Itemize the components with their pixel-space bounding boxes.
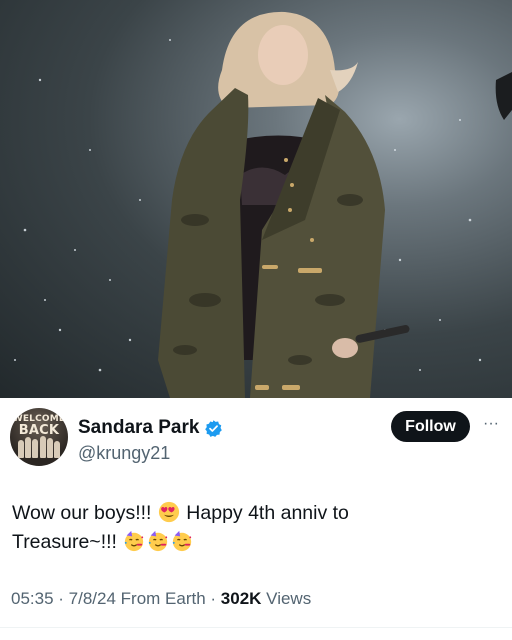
tweet-location: From Earth xyxy=(120,589,206,608)
meta-separator: · xyxy=(53,589,69,608)
verified-badge-icon xyxy=(205,419,223,437)
avatar[interactable]: WELCOME BACK xyxy=(10,408,68,466)
tweet-metadata: 05:35 · 7/8/24 From Earth · 302K Views xyxy=(11,589,311,609)
concert-photo-illustration xyxy=(14,11,512,398)
partying-face-emoji xyxy=(173,530,192,552)
more-options-icon[interactable]: ··· xyxy=(480,416,502,436)
views-label: Views xyxy=(266,589,312,608)
tweet-text: Wow our boys!!! Happy 4th anniv to Treas… xyxy=(12,499,482,557)
tweet-media-photo[interactable] xyxy=(0,0,512,398)
divider xyxy=(0,627,512,628)
avatar-group-figures xyxy=(18,436,60,458)
follow-button[interactable]: Follow xyxy=(391,411,470,442)
meta-separator: · xyxy=(205,589,221,608)
author-handle[interactable]: @krungy21 xyxy=(78,443,170,464)
author-name-row: Sandara Park xyxy=(78,417,223,439)
partying-face-emoji xyxy=(149,530,168,552)
heart-eyes-emoji xyxy=(158,501,179,523)
tweet-date[interactable]: 7/8/24 xyxy=(69,589,116,608)
views-count: 302K xyxy=(220,589,262,608)
tweet-post: WELCOME BACK Sandara Park @krungy21 Foll… xyxy=(0,398,512,640)
partying-face-emoji xyxy=(125,530,144,552)
avatar-caption: WELCOME BACK xyxy=(12,414,66,438)
tweet-text-part: Wow our boys!!! xyxy=(12,502,152,524)
author-display-name[interactable]: Sandara Park xyxy=(78,417,199,439)
tweet-time[interactable]: 05:35 xyxy=(11,589,54,608)
tweet-text-part: Happy 4th anniv to xyxy=(186,502,349,524)
tweet-text-part: Treasure~!!! xyxy=(12,531,117,553)
